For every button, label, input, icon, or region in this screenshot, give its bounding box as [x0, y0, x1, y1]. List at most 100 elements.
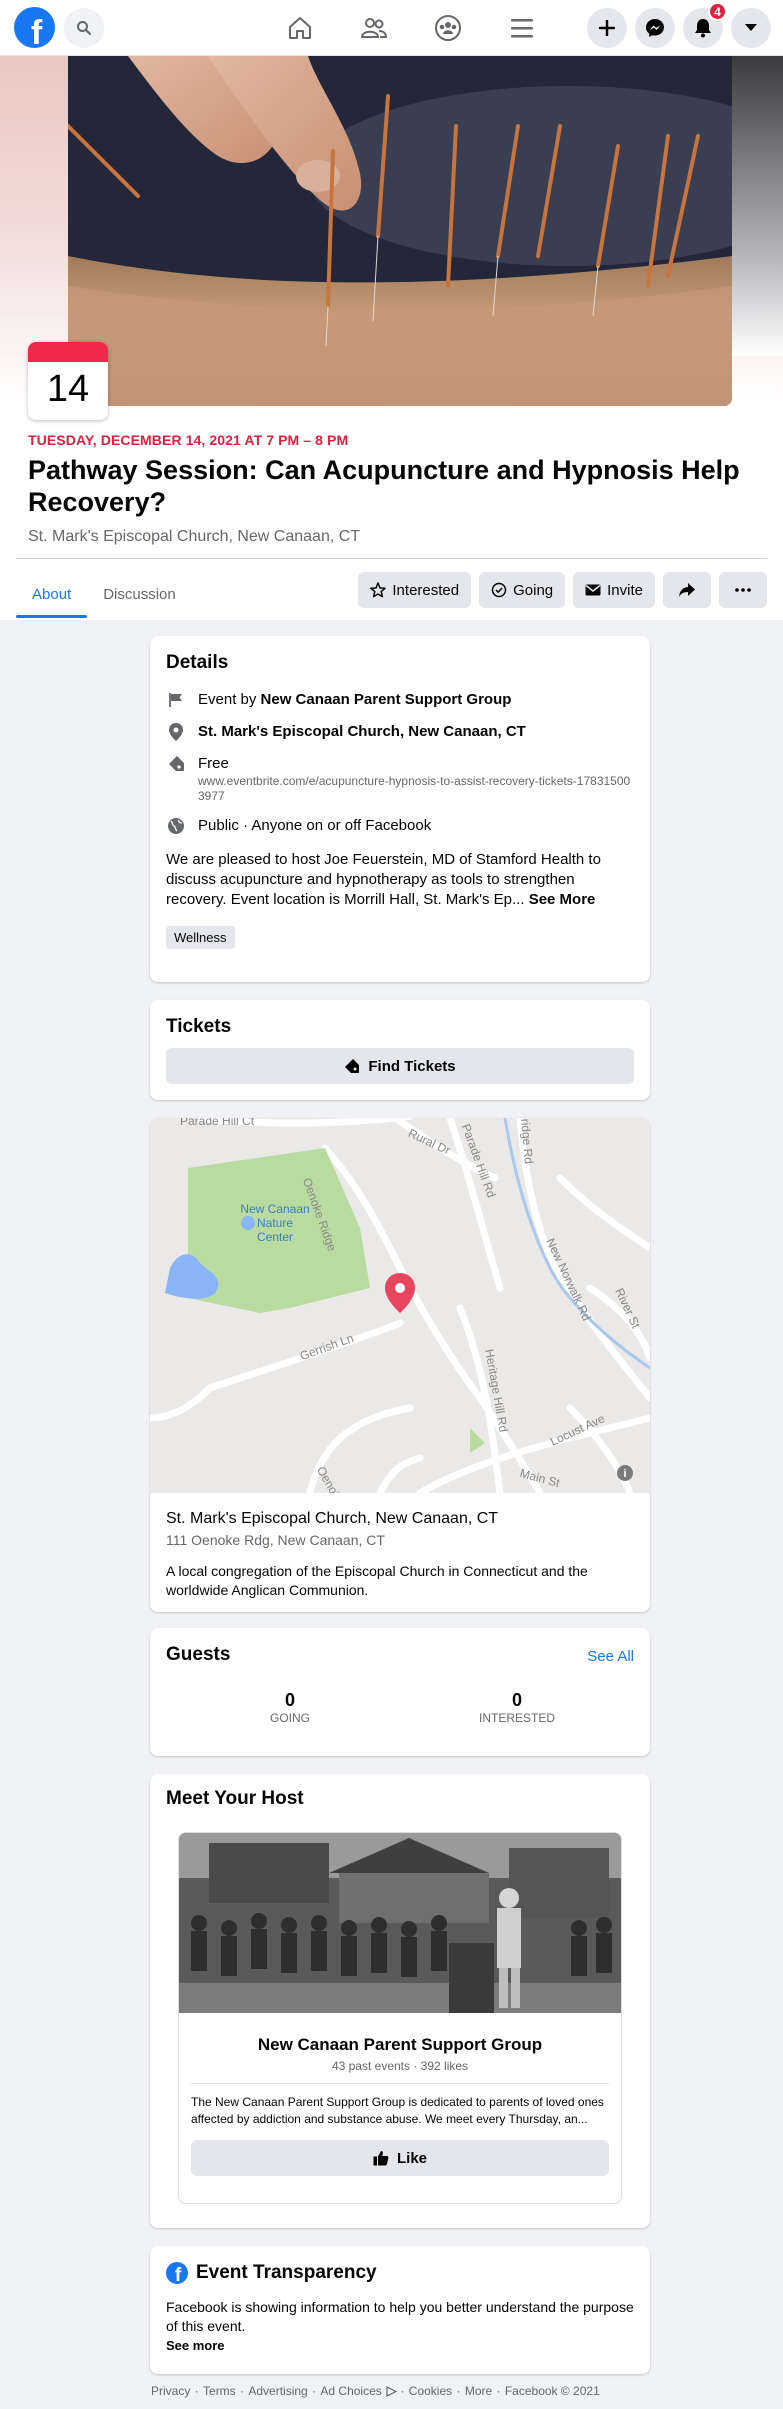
groups-nav-button[interactable]	[411, 8, 485, 48]
venue-info: St. Mark's Episcopal Church, New Canaan,…	[166, 1510, 636, 1600]
event-host-link[interactable]: New Canaan Parent Support Group	[261, 691, 512, 708]
search-button[interactable]	[64, 8, 104, 48]
transparency-title: Event Transparency	[196, 2262, 377, 2283]
guests-title: Guests	[166, 1644, 231, 1665]
venue-name[interactable]: St. Mark's Episcopal Church, New Canaan,…	[166, 1510, 636, 1528]
ticket-tag-icon	[345, 1059, 360, 1073]
map-label-parade-top: Parade Hill Ct	[180, 1118, 255, 1128]
host-card: Meet Your Host New Canaan Parent Support…	[150, 1774, 650, 2228]
check-circle-icon	[491, 582, 507, 598]
venue-address: 111 Oenoke Rdg, New Canaan, CT	[166, 1532, 385, 1548]
ellipsis-icon	[735, 588, 751, 592]
event-transparency-card: f Event Transparency Facebook is showing…	[150, 2246, 650, 2374]
friends-nav-button[interactable]	[337, 8, 411, 48]
tickets-card: Tickets Find Tickets	[150, 1000, 650, 1100]
transparency-header: f Event Transparency	[166, 2262, 634, 2284]
invite-label: Invite	[607, 581, 643, 599]
footer-copyright: Facebook © 2021	[504, 2384, 600, 2398]
footer-advertising-link[interactable]: Advertising	[248, 2384, 307, 2398]
tab-about[interactable]: About	[16, 570, 88, 618]
host-section-title: Meet Your Host	[166, 1788, 304, 1809]
find-tickets-button[interactable]: Find Tickets	[166, 1048, 634, 1084]
facebook-circle-icon: f	[166, 2262, 188, 2284]
going-label: GOING	[269, 1711, 310, 1725]
svg-text:i: i	[623, 1468, 626, 1480]
host-stats: 43 past events · 392 likes	[331, 2059, 469, 2073]
see-more-link[interactable]: See More	[529, 891, 596, 908]
messenger-button[interactable]	[635, 8, 675, 48]
transparency-see-more-link[interactable]: See more	[166, 2338, 634, 2353]
event-place-link[interactable]: St. Mark's Episcopal Church, New Canaan,…	[198, 722, 526, 742]
details-card: Details Event by New Canaan Parent Suppo…	[150, 636, 650, 982]
event-cover-photo[interactable]	[68, 56, 732, 406]
cover-backdrop-right	[723, 56, 783, 356]
footer-privacy-link[interactable]: Privacy	[151, 2384, 190, 2398]
ticket-url-link[interactable]: www.eventbrite.com/e/acupuncture-hypnosi…	[198, 774, 634, 804]
caret-down-icon	[745, 24, 757, 31]
share-button[interactable]	[663, 572, 711, 608]
notifications-button[interactable]: 4	[683, 2, 727, 48]
footer-cookies-link[interactable]: Cookies	[409, 2384, 452, 2398]
event-privacy-row: Public · Anyone on or off Facebook	[166, 816, 634, 836]
see-all-guests-link[interactable]: See All	[587, 1648, 634, 1665]
top-navigation-bar: f 4	[0, 0, 783, 56]
account-menu-button[interactable]	[731, 8, 771, 48]
home-nav-button[interactable]	[263, 8, 337, 48]
footer-links: Privacy · Terms · Advertising · Ad Choic…	[151, 2384, 600, 2398]
groups-icon	[435, 15, 461, 41]
plus-icon	[599, 20, 615, 36]
transparency-text: Facebook is showing information to help …	[166, 2299, 634, 2334]
ticket-tag-icon	[166, 754, 186, 774]
host-description: The New Canaan Parent Support Group is d…	[191, 2095, 604, 2126]
interested-button[interactable]: Interested	[358, 572, 472, 608]
event-privacy-text: Public · Anyone on or off Facebook	[198, 817, 432, 834]
location-card: i Parade Hill Ct New Canaan Nature Cente…	[150, 1118, 650, 1612]
going-button[interactable]: Going	[479, 572, 566, 608]
facebook-logo[interactable]: f	[14, 7, 55, 48]
interested-count: 0	[511, 1690, 522, 1710]
thumbs-up-icon	[373, 2151, 389, 2166]
event-by-prefix: Event by	[198, 691, 261, 708]
bell-icon	[695, 19, 711, 38]
host-cover-photo[interactable]	[179, 1833, 621, 2013]
tab-discussion[interactable]: Discussion	[87, 570, 192, 618]
flag-icon	[166, 690, 186, 710]
going-stat[interactable]: 0 GOING	[230, 1690, 350, 1725]
envelope-icon	[585, 584, 601, 596]
messenger-icon	[646, 19, 664, 37]
create-button[interactable]	[587, 8, 627, 48]
invite-button[interactable]: Invite	[573, 572, 655, 608]
footer-terms-link[interactable]: Terms	[203, 2384, 236, 2398]
event-location[interactable]: St. Mark's Episcopal Church, New Canaan,…	[28, 528, 360, 546]
host-name[interactable]: New Canaan Parent Support Group	[179, 2035, 621, 2055]
venue-description: A local congregation of the Episcopal Ch…	[166, 1563, 588, 1598]
host-divider	[191, 2083, 609, 2084]
facebook-logo-letter: f	[30, 14, 43, 48]
event-place-row: St. Mark's Episcopal Church, New Canaan,…	[166, 722, 634, 742]
event-header: 14 TUESDAY, DECEMBER 14, 2021 AT 7 PM – …	[0, 56, 783, 620]
event-price-row: Free www.eventbrite.com/e/acupuncture-hy…	[166, 754, 634, 804]
like-label: Like	[396, 2149, 427, 2167]
friends-icon	[360, 18, 388, 38]
event-title: Pathway Session: Can Acupuncture and Hyp…	[28, 455, 740, 517]
menu-nav-button[interactable]	[485, 8, 559, 48]
interested-stat[interactable]: 0 INTERESTED	[457, 1690, 577, 1725]
location-map[interactable]: i Parade Hill Ct New Canaan Nature Cente…	[150, 1118, 650, 1493]
star-icon	[370, 582, 387, 598]
going-count: 0	[284, 1690, 295, 1710]
header-divider	[16, 558, 767, 559]
event-date-badge: 14	[28, 342, 108, 420]
category-chip[interactable]: Wellness	[166, 926, 235, 949]
like-page-button[interactable]: Like	[191, 2140, 609, 2176]
globe-icon	[166, 816, 186, 836]
acupuncture-photo	[68, 56, 732, 406]
footer-ad-choices-link[interactable]: Ad Choices	[320, 2384, 381, 2398]
event-description: We are pleased to host Joe Feuerstein, M…	[166, 850, 634, 910]
event-price: Free	[198, 755, 229, 772]
map-label-nature-center: New Canaan Nature Center	[240, 1202, 310, 1244]
footer-more-link[interactable]: More	[465, 2384, 492, 2398]
event-host-row: Event by New Canaan Parent Support Group	[166, 690, 634, 710]
more-options-button[interactable]	[719, 572, 767, 608]
going-label: Going	[513, 581, 554, 599]
guests-card: Guests See All 0 GOING 0 INTERESTED	[150, 1628, 650, 1756]
